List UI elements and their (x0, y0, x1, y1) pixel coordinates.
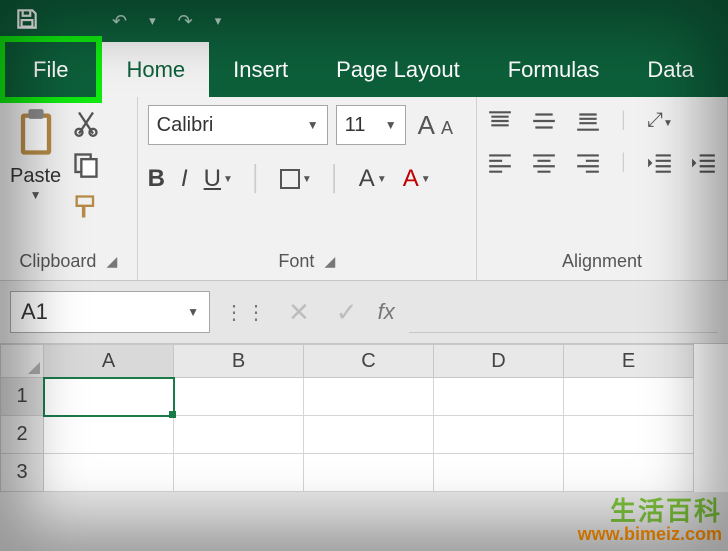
watermark: 生活百科 www.bimeiz.com (578, 497, 722, 545)
tab-page-layout[interactable]: Page Layout (312, 42, 484, 97)
cell-e3[interactable] (564, 454, 694, 492)
cell-b3[interactable] (174, 454, 304, 492)
watermark-url: www.bimeiz.com (578, 525, 722, 545)
cancel-button[interactable]: ✕ (282, 297, 316, 328)
clipboard-dialog-launcher-icon[interactable]: ◢ (106, 253, 117, 270)
cell-a1[interactable] (44, 378, 174, 416)
paste-button[interactable]: Paste ▼ (10, 105, 61, 247)
cell-e2[interactable] (564, 416, 694, 454)
ribbon: Paste ▼ Clipboard ◢ Calibri ▼ 11 ▼ (0, 97, 728, 281)
cell-e1[interactable] (564, 378, 694, 416)
font-name-value: Calibri (157, 114, 214, 137)
group-alignment-label: Alignment (562, 251, 642, 272)
fill-color-button[interactable]: A▼ (359, 165, 387, 193)
group-font-label: Font (278, 251, 314, 272)
column-header-b[interactable]: B (174, 344, 304, 378)
cell-d3[interactable] (434, 454, 564, 492)
column-header-a[interactable]: A (44, 344, 174, 378)
align-left-icon[interactable] (487, 152, 513, 174)
bold-button[interactable]: B (148, 165, 165, 193)
paste-dropdown-icon[interactable]: ▼ (30, 188, 42, 202)
undo-icon[interactable]: ↶ (112, 11, 127, 32)
chevron-down-icon: ▼ (187, 305, 199, 319)
cell-d1[interactable] (434, 378, 564, 416)
tab-home[interactable]: Home (102, 42, 209, 97)
column-header-d[interactable]: D (434, 344, 564, 378)
cell-c3[interactable] (304, 454, 434, 492)
column-header-c[interactable]: C (304, 344, 434, 378)
font-dialog-launcher-icon[interactable]: ◢ (324, 253, 335, 270)
font-color-button[interactable]: A▼ (403, 165, 431, 193)
border-icon (280, 169, 300, 189)
cell-c2[interactable] (304, 416, 434, 454)
ribbon-separator: │ (249, 165, 264, 193)
group-clipboard: Paste ▼ Clipboard ◢ (0, 97, 138, 280)
cell-a2[interactable] (44, 416, 174, 454)
font-name-combo[interactable]: Calibri ▼ (148, 105, 328, 145)
align-top-icon[interactable] (487, 110, 513, 132)
borders-button[interactable]: ▼ (280, 169, 312, 189)
align-bottom-icon[interactable] (575, 110, 601, 132)
row-header-2[interactable]: 2 (0, 416, 44, 454)
qat-customize-icon[interactable]: ▾ (215, 13, 222, 29)
enter-button[interactable]: ✓ (330, 297, 364, 328)
increase-font-size-button[interactable]: A (418, 110, 435, 141)
cell-b2[interactable] (174, 416, 304, 454)
row-header-1[interactable]: 1 (0, 378, 44, 416)
orientation-button[interactable]: ⤢▼ (647, 109, 673, 132)
formula-bar: A1 ▼ ⋮⋮ ✕ ✓ fx (0, 281, 728, 344)
group-alignment: │ ⤢▼ │ Alignment (477, 97, 728, 280)
cell-b1[interactable] (174, 378, 304, 416)
copy-icon[interactable] (71, 151, 101, 179)
column-header-e[interactable]: E (564, 344, 694, 378)
align-center-icon[interactable] (531, 152, 557, 174)
name-box-value: A1 (21, 299, 48, 325)
decrease-indent-icon[interactable] (647, 152, 673, 174)
ribbon-separator: │ (619, 112, 629, 130)
group-font: Calibri ▼ 11 ▼ A A B I U▼ │ ▼ │ A▼ (138, 97, 477, 280)
tab-insert[interactable]: Insert (209, 42, 312, 97)
row-header-3[interactable]: 3 (0, 454, 44, 492)
italic-button[interactable]: I (181, 165, 188, 193)
undo-dropdown-icon[interactable]: ▾ (149, 13, 156, 29)
redo-icon[interactable]: ↷ (178, 11, 193, 32)
cell-d2[interactable] (434, 416, 564, 454)
worksheet-grid[interactable]: A B C D E 1 2 3 (0, 344, 728, 492)
format-painter-icon[interactable] (71, 193, 101, 221)
watermark-title: 生活百科 (578, 497, 722, 526)
ribbon-separator: │ (328, 165, 343, 193)
font-size-value: 11 (345, 114, 366, 137)
tab-formulas[interactable]: Formulas (484, 42, 624, 97)
align-middle-icon[interactable] (531, 110, 557, 132)
increase-indent-icon[interactable] (691, 152, 717, 174)
insert-function-button[interactable]: fx (378, 299, 395, 325)
chevron-down-icon: ▼ (385, 118, 397, 132)
font-size-combo[interactable]: 11 ▼ (336, 105, 406, 145)
group-clipboard-label: Clipboard (19, 251, 96, 272)
ribbon-separator: │ (619, 154, 629, 172)
decrease-font-size-button[interactable]: A (441, 118, 453, 139)
paste-label: Paste (10, 165, 61, 188)
select-all-corner[interactable] (0, 344, 44, 378)
name-box[interactable]: A1 ▼ (10, 291, 210, 333)
ribbon-tabs: File Home Insert Page Layout Formulas Da… (0, 42, 728, 97)
cut-icon[interactable] (71, 109, 101, 137)
formula-bar-grip-icon[interactable]: ⋮⋮ (224, 300, 268, 325)
cell-c1[interactable] (304, 378, 434, 416)
tab-file[interactable]: File (0, 36, 102, 103)
formula-input[interactable] (409, 291, 718, 333)
title-bar: ↶ ▾ ↷ ▾ (0, 0, 728, 42)
clipboard-icon (13, 107, 59, 159)
chevron-down-icon: ▼ (307, 118, 319, 132)
tab-data[interactable]: Data (623, 42, 717, 97)
align-right-icon[interactable] (575, 152, 601, 174)
cell-a3[interactable] (44, 454, 174, 492)
underline-button[interactable]: U▼ (204, 165, 233, 193)
save-icon[interactable] (14, 6, 40, 37)
